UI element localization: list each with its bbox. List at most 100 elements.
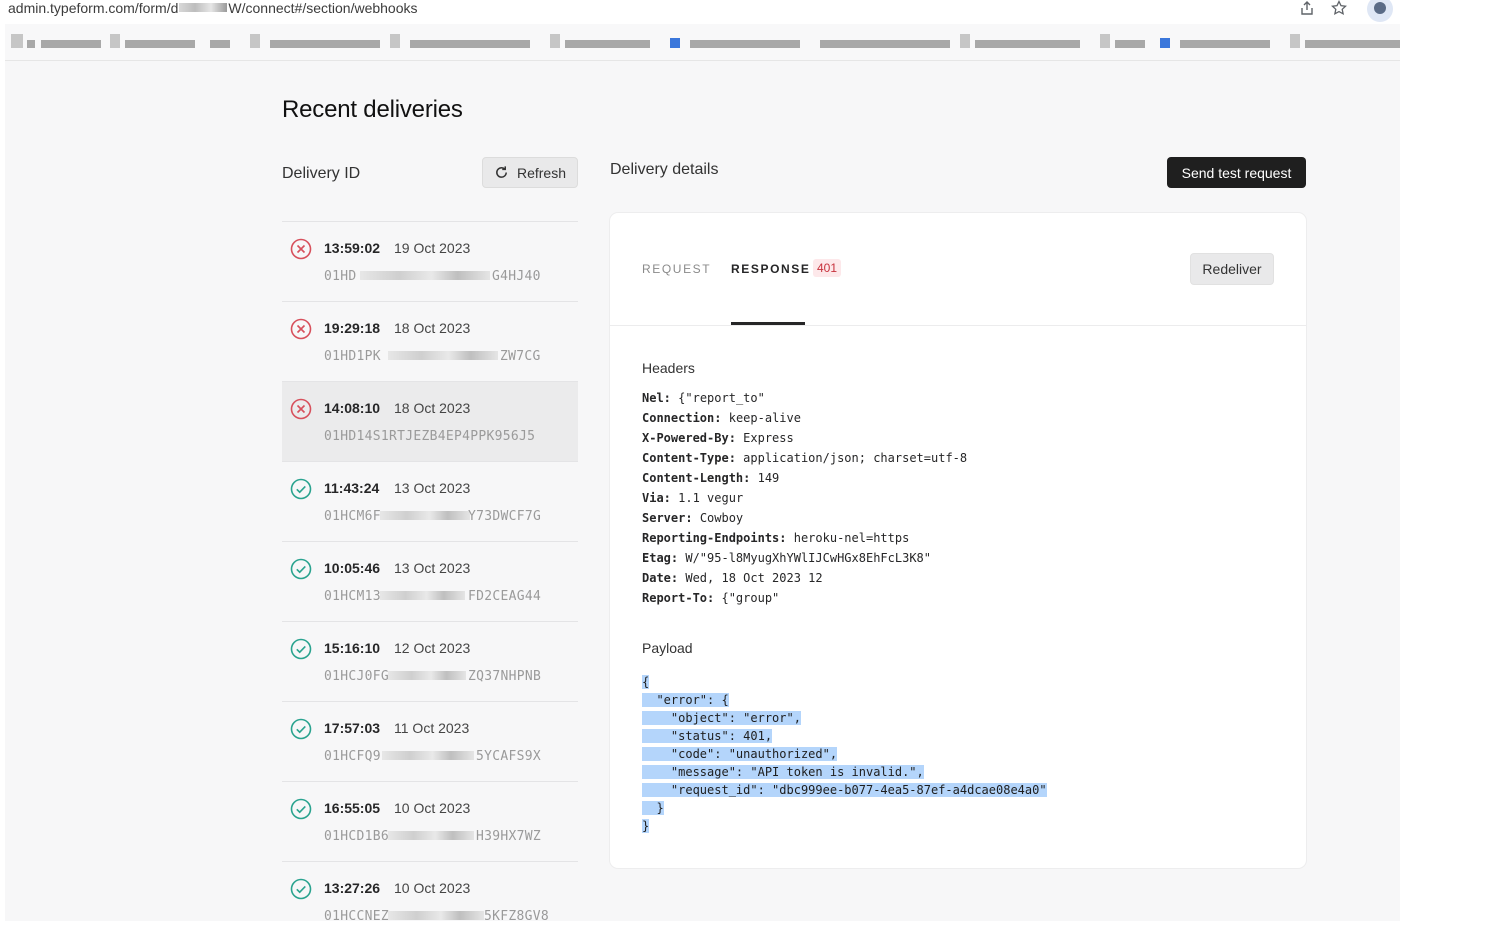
bookmark-favicon[interactable] [11,34,23,48]
bookmark-item[interactable] [1180,40,1270,48]
delivery-item[interactable]: 19:29:18 18 Oct 2023 01HD1PK ZW7CG [282,301,578,381]
bookmark-favicon[interactable] [250,34,260,48]
address-bar[interactable]: admin.typeform.com/form/d W/connect#/sect… [8,0,418,16]
delivery-item[interactable]: 13:59:02 19 Oct 2023 01HD G4HJ40 [282,221,578,301]
bookmark-item[interactable] [690,40,800,48]
delivery-id-end: G4HJ40 [492,269,541,284]
bookmark-item[interactable] [41,40,101,48]
payload-line: "request_id": "dbc999ee-b077-4ea5-87ef-a… [642,783,1047,797]
payload-line: "message": "API token is invalid.", [642,765,924,779]
bookmarks-bar [5,24,1400,61]
delivery-item[interactable]: 15:16:10 12 Oct 2023 01HCJ0FG ZQ37NHPNB [282,621,578,701]
delivery-item[interactable]: 11:43:24 13 Oct 2023 01HCM6F Y73DWCF7G [282,461,578,541]
delivery-id-start: 01HCD1B6 [324,829,390,844]
header-key: Server: [642,511,693,525]
payload-title: Payload [642,640,693,656]
header-row: Etag: W/"95-l8MyugXhYWlIJCwHGx8EhFcL3K8" [642,548,967,568]
header-key: Date: [642,571,679,585]
delivery-date: 18 Oct 2023 [394,400,471,416]
refresh-icon [496,166,507,178]
redeliver-button[interactable]: Redeliver [1190,253,1274,285]
header-value: Express [743,431,794,445]
payload-code[interactable]: { "error": { "object": "error", "status"… [642,673,1047,835]
bookmark-item[interactable] [565,40,650,48]
bookmark-item[interactable] [975,40,1080,48]
delivery-time: 15:16:10 [324,640,381,656]
delivery-id-end: ZQ37NHPNB [468,669,542,684]
delivery-id-end: 5YCAFS9X [476,749,542,764]
url-suffix: W/connect#/section/webhooks [228,0,418,16]
payload-line: "error": { [642,693,729,707]
delivery-time: 13:59:02 [324,240,381,256]
delivery-item[interactable]: 13:27:26 10 Oct 2023 01HCCNEZ 5KFZ8GV8 [282,861,578,941]
header-key: Connection: [642,411,722,425]
bookmark-item[interactable] [410,40,530,48]
delivery-time: 13:27:26 [324,880,381,896]
success-check-icon [290,718,312,740]
delivery-id-end: ZW7CG [500,349,541,364]
delivery-id: 01HD14S1RTJEZB4EP4PPK956J5 [324,429,536,444]
delivery-time: 11:43:24 [324,480,380,496]
success-check-icon [290,638,312,660]
bookmark-item[interactable] [125,40,195,48]
delivery-time: 16:55:05 [324,800,381,816]
header-value: Cowboy [699,511,744,525]
redacted-id [388,351,498,360]
success-check-icon [290,878,312,900]
share-icon[interactable] [1299,0,1315,16]
bookmark-item[interactable] [820,40,950,48]
bookmark-favicon[interactable] [670,38,680,48]
refresh-button[interactable]: Refresh [482,157,578,188]
bookmark-item[interactable] [1305,40,1400,48]
send-test-request-button[interactable]: Send test request [1167,157,1306,188]
headers-title: Headers [642,360,695,376]
tab-response[interactable]: RESPONSE [731,262,811,276]
delivery-date: 19 Oct 2023 [394,240,471,256]
header-value: {"report_to" [678,391,765,405]
delivery-id-start: 01HCM6F [324,509,381,524]
bookmark-favicon[interactable] [110,34,120,48]
bookmark-favicon[interactable] [1100,34,1110,48]
delivery-item-selected[interactable]: 14:08:10 18 Oct 2023 01HD14S1RTJEZB4EP4P… [282,381,578,461]
error-x-icon [290,398,312,420]
bookmark-item[interactable] [270,40,380,48]
delivery-list: 13:59:02 19 Oct 2023 01HD G4HJ40 19:29:1… [282,221,578,941]
bookmark-favicon[interactable] [1290,34,1300,48]
header-value: heroku-nel=https [793,531,910,545]
bookmark-item[interactable] [1115,40,1145,48]
delivery-date: 10 Oct 2023 [394,800,471,816]
payload-line: "object": "error", [642,711,801,725]
delivery-time: 10:05:46 [324,560,381,576]
header-value: 1.1 vegur [678,491,744,505]
delivery-details-label: Delivery details [610,161,719,178]
delivery-id-end: FD2CEAG44 [468,589,542,604]
response-status-badge: 401 [813,259,842,277]
header-value: application/json; charset=utf-8 [743,451,968,465]
delivery-id-start: 01HCCNEZ [324,909,390,924]
bookmark-favicon[interactable] [1160,38,1170,48]
delivery-id-end: 5KFZ8GV8 [484,909,550,924]
delivery-id-start: 01HCFQ9 [324,749,381,764]
bookmark-item[interactable] [210,40,230,48]
bookmark-item[interactable] [27,40,35,48]
bookmark-favicon[interactable] [550,34,560,48]
delivery-id-start: 01HD1PK [324,349,381,364]
header-row: Via: 1.1 vegur [642,488,967,508]
header-key: X-Powered-By: [642,431,736,445]
bookmark-favicon[interactable] [390,34,400,48]
tab-request[interactable]: REQUEST [642,262,711,276]
header-row: Nel: {"report_to" [642,388,967,408]
delivery-item[interactable]: 16:55:05 10 Oct 2023 01HCD1B6 H39HX7WZ [282,781,578,861]
error-x-icon [290,318,312,340]
header-row: Reporting-Endpoints: heroku-nel=https [642,528,967,548]
bookmark-favicon[interactable] [960,34,970,48]
delivery-item[interactable]: 10:05:46 13 Oct 2023 01HCM13 FD2CEAG44 [282,541,578,621]
star-icon[interactable] [1331,0,1347,16]
header-row: Report-To: {"group" [642,588,967,608]
delivery-item[interactable]: 17:57:03 11 Oct 2023 01HCFQ9 5YCAFS9X [282,701,578,781]
header-row: X-Powered-By: Express [642,428,967,448]
delivery-date: 18 Oct 2023 [394,320,471,336]
header-key: Report-To: [642,591,715,605]
tab-divider [610,325,1306,326]
delivery-id-label: Delivery ID [282,165,361,182]
